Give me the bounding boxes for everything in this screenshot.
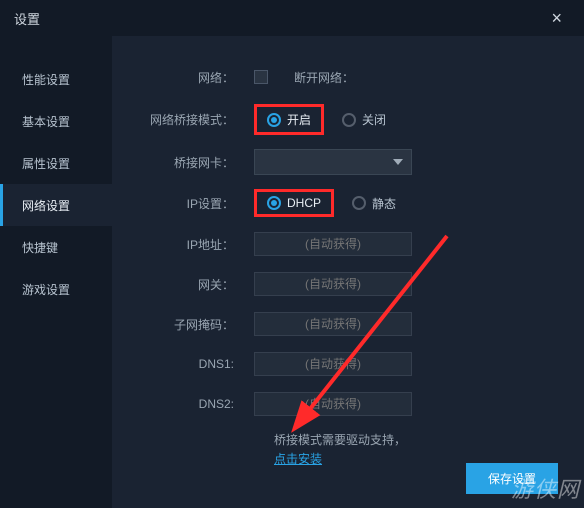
radio-icon bbox=[342, 113, 356, 127]
driver-hint-text: 桥接模式需要驱动支持， bbox=[274, 433, 406, 447]
nic-select[interactable] bbox=[254, 149, 412, 175]
radio-bridge-off[interactable]: 关闭 bbox=[342, 111, 386, 128]
dns1-input[interactable] bbox=[254, 352, 412, 376]
radio-icon bbox=[267, 113, 281, 127]
label-nic: 桥接网卡： bbox=[144, 154, 254, 171]
sidebar: 性能设置 基本设置 属性设置 网络设置 快捷键 游戏设置 bbox=[0, 36, 112, 508]
titlebar: 设置 × bbox=[0, 0, 584, 36]
dns2-input[interactable] bbox=[254, 392, 412, 416]
radio-static[interactable]: 静态 bbox=[352, 195, 396, 212]
disconnect-checkbox[interactable] bbox=[254, 70, 268, 84]
gateway-input[interactable] bbox=[254, 272, 412, 296]
sidebar-item-shortcut[interactable]: 快捷键 bbox=[0, 226, 112, 268]
radio-dhcp[interactable]: DHCP bbox=[267, 196, 321, 210]
chevron-down-icon bbox=[393, 159, 403, 165]
radio-icon bbox=[352, 196, 366, 210]
label-ipaddr: IP地址： bbox=[144, 236, 254, 253]
window-title: 设置 bbox=[14, 9, 40, 28]
label-dns1: DNS1: bbox=[144, 357, 254, 371]
close-icon[interactable]: × bbox=[543, 4, 570, 33]
sidebar-item-basic[interactable]: 基本设置 bbox=[0, 100, 112, 142]
highlight-bridge-mode: 开启 bbox=[254, 104, 324, 135]
install-driver-link[interactable]: 点击安装 bbox=[274, 452, 322, 466]
label-bridge-mode: 网络桥接模式： bbox=[144, 111, 254, 128]
content-panel: 网络： 断开网络： 网络桥接模式： 开启 关闭 bbox=[112, 36, 584, 508]
label-subnet: 子网掩码： bbox=[144, 316, 254, 333]
sidebar-item-game[interactable]: 游戏设置 bbox=[0, 268, 112, 310]
label-dns2: DNS2: bbox=[144, 397, 254, 411]
sidebar-item-performance[interactable]: 性能设置 bbox=[0, 58, 112, 100]
sidebar-item-property[interactable]: 属性设置 bbox=[0, 142, 112, 184]
radio-bridge-on[interactable]: 开启 bbox=[267, 111, 311, 128]
radio-icon bbox=[267, 196, 281, 210]
label-gateway: 网关： bbox=[144, 276, 254, 293]
label-ip-mode: IP设置： bbox=[144, 195, 254, 212]
label-network: 网络： bbox=[144, 69, 254, 86]
highlight-ip-mode: DHCP bbox=[254, 189, 334, 217]
sidebar-item-network[interactable]: 网络设置 bbox=[0, 184, 112, 226]
ipaddr-input[interactable] bbox=[254, 232, 412, 256]
save-button[interactable]: 保存设置 bbox=[466, 463, 558, 494]
label-disconnect: 断开网络： bbox=[294, 69, 354, 86]
subnet-input[interactable] bbox=[254, 312, 412, 336]
